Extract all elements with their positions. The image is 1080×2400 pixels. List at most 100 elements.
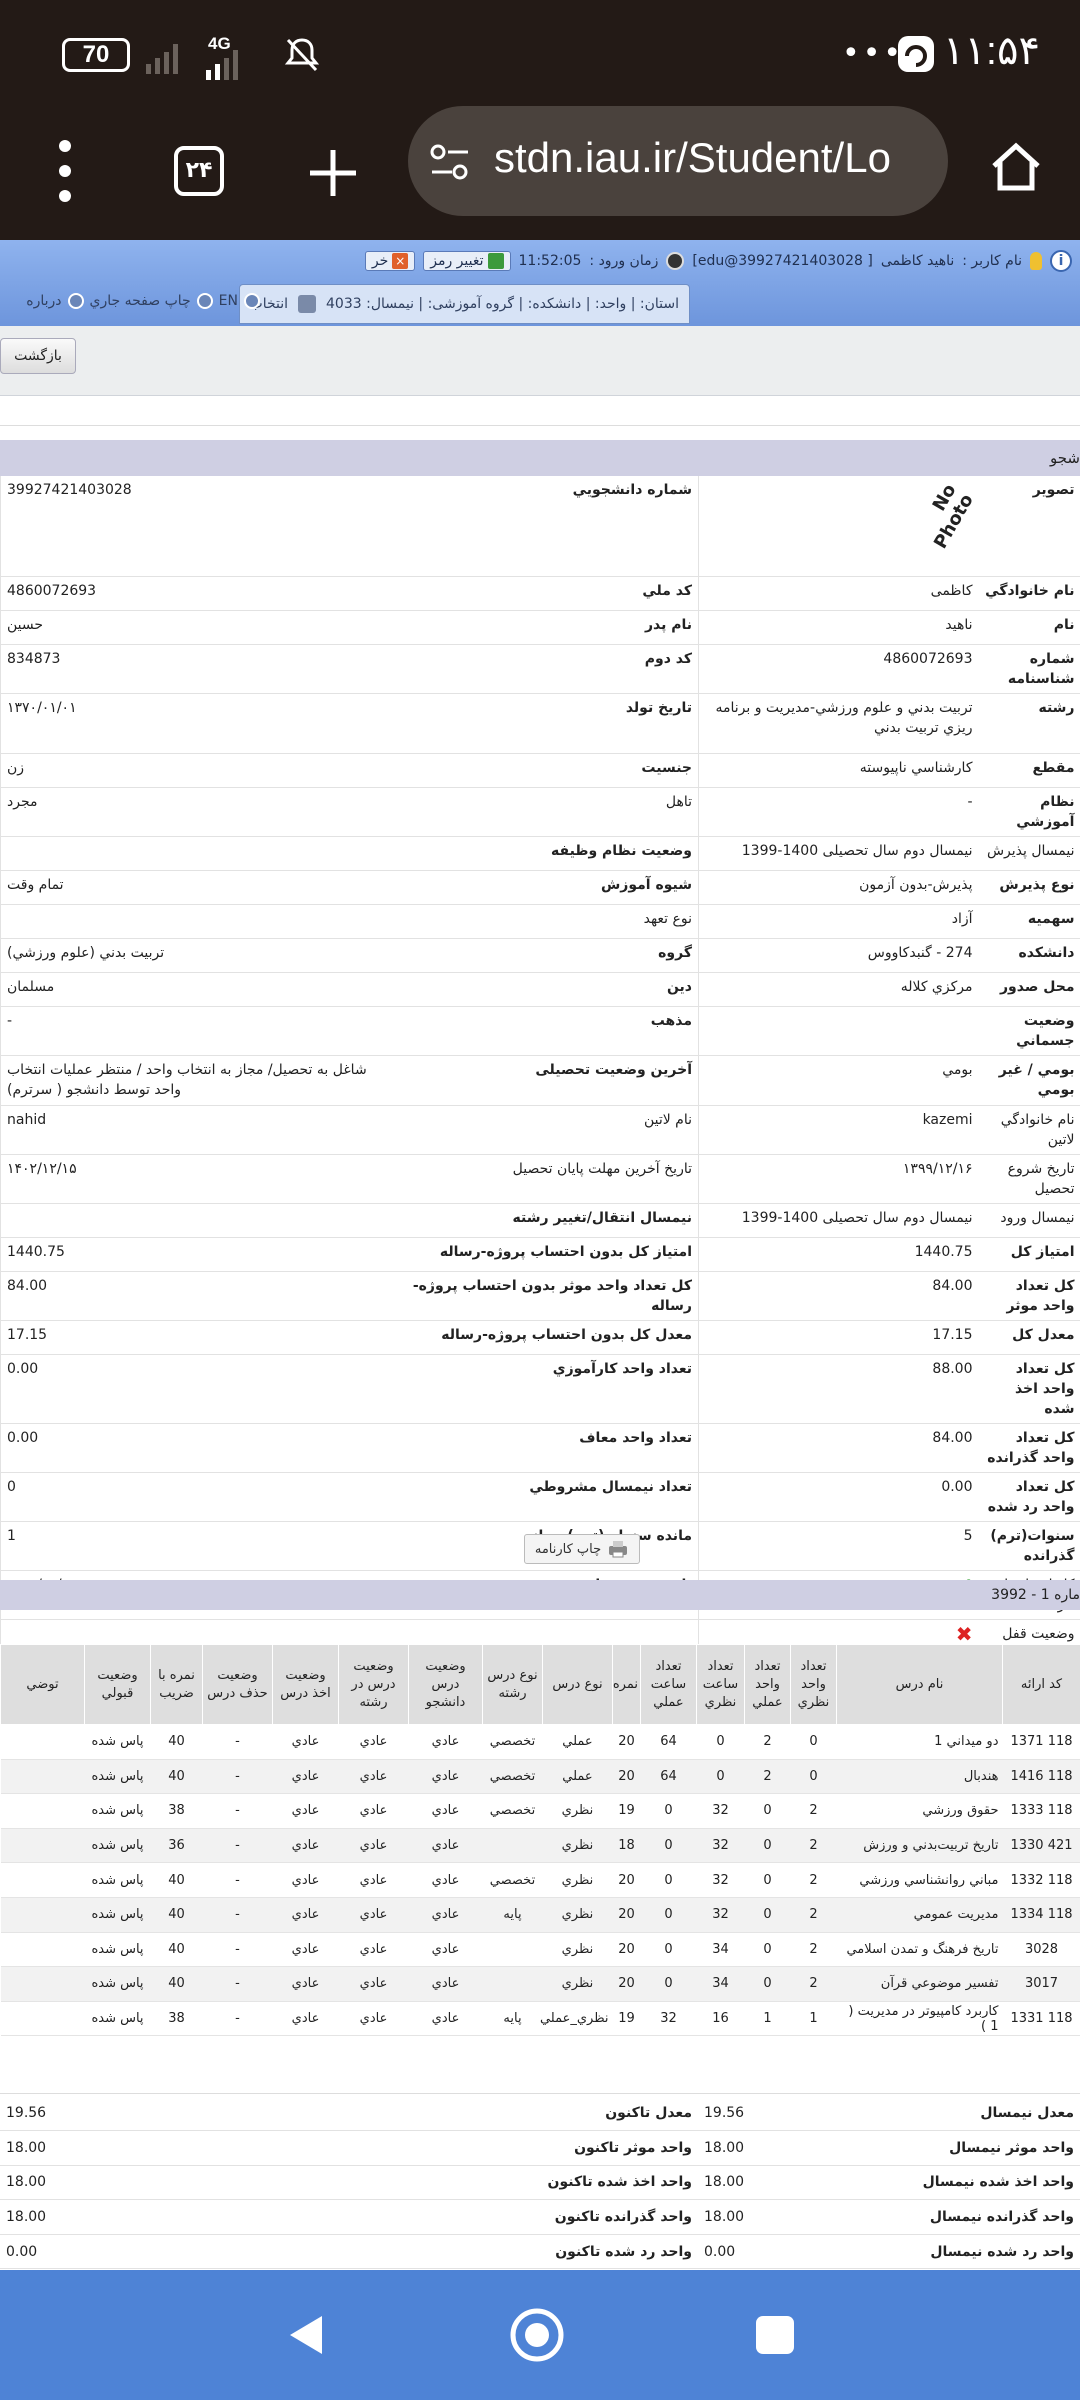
course-cell: 36 [150, 1828, 203, 1864]
course-cell: مباني روانشناسي ورزشي [836, 1862, 1003, 1898]
info-value-2 [0, 1203, 399, 1238]
course-row: 118 1334 مديريت عمومي 2 0 32 0 20 نظري پايه عادي ع… [0, 1897, 1080, 1933]
info-label-2: تاهل [398, 787, 699, 837]
clock-icon [666, 252, 685, 270]
info-value-text: 5 [963, 1527, 973, 1544]
info-value: 0.00 [698, 1472, 979, 1522]
course-cell: تخصصي [482, 1862, 543, 1898]
course-cell: 118 1334 [1002, 1897, 1080, 1933]
course-row: 3017 تفسير موضوعي قرآن 2 0 34 0 20 نظري عادي عادي… [0, 1966, 1080, 2002]
summary-label: واحد موثر نيمسال [890, 2130, 1080, 2166]
url-text[interactable]: stdn.iau.ir/Student/Lo [494, 134, 934, 182]
course-cell: 2 [744, 1759, 791, 1795]
site-settings-icon[interactable] [428, 140, 472, 184]
course-cell: تاريخ تربيت‌بدني و ورزش [836, 1828, 1003, 1864]
change-password-button[interactable]: تغییر رمز [423, 251, 511, 271]
course-cell-note [0, 1862, 85, 1898]
course-cell: - [202, 1897, 273, 1933]
course-cell: عادي [272, 1932, 339, 1968]
course-cell: 40 [150, 1966, 203, 2002]
course-cell: 118 1333 [1002, 1793, 1080, 1829]
back-button[interactable]: بازگشت [0, 338, 76, 374]
info-label-2: وضعيت نظام وظيفه [398, 836, 699, 871]
info-label-2: نام لاتين [398, 1105, 699, 1155]
info-value: - [698, 787, 979, 837]
course-cell: نظري_عملي [540, 2001, 613, 2037]
course-cell: عادي [408, 2001, 483, 2037]
home-nav-icon[interactable] [508, 2306, 566, 2364]
summary-value: 0.00 [698, 2234, 890, 2270]
course-cell: 32 [696, 1828, 745, 1864]
course-cell: 0 [696, 1759, 745, 1795]
home-icon[interactable] [988, 138, 1044, 194]
info-label: دانشکده [978, 938, 1080, 973]
course-row: 118 1332 مباني روانشناسي ورزشي 2 0 32 0 20 نظري… [0, 1862, 1080, 1898]
info-value-2 [0, 904, 399, 939]
summary-row: معدل نيمسال 19.56 معدل تاکنون 19.56 [0, 2096, 1080, 2132]
course-header-cell: وضعيت اخذ درس [272, 1644, 339, 1725]
course-cell: عادي [272, 1897, 339, 1933]
tab-count-button[interactable]: ۲۴ [174, 146, 224, 196]
summary-label-2: معدل تاکنون [398, 2096, 698, 2132]
course-row: 421 1330 تاريخ تربيت‌بدني و ورزش 2 0 32 0 18 نظ… [0, 1828, 1080, 1864]
course-header-cell: تعداد ساعت عملي [640, 1644, 697, 1725]
course-cell: پايه [482, 2001, 543, 2037]
print-page-button[interactable]: چاپ صفحه جاري [90, 293, 191, 309]
course-cell: تخصصي [482, 1759, 543, 1795]
info-label-2: دين [398, 972, 699, 1007]
spacer-row [0, 398, 1080, 426]
language-button[interactable]: EN [219, 293, 238, 309]
info-value-text: ۱۳۹۹/۱۲/۱۶ [902, 1160, 973, 1177]
info-label-2: امتياز کل بدون احتساب پروژه-رساله [398, 1237, 699, 1272]
course-cell: 2 [790, 1862, 837, 1898]
info-value-text: نیمسال دوم سال تحصیلی 1400-1399 [741, 842, 973, 859]
summary-value: 18.00 [698, 2199, 890, 2235]
info-value-2: 0.00 [0, 1354, 399, 1424]
info-value-2: مسلمان [0, 972, 399, 1007]
course-cell: پاس شده [84, 1828, 151, 1864]
course-cell: - [202, 1724, 273, 1760]
course-cell: حقوق ورزشي [836, 1793, 1003, 1829]
course-cell: عادي [272, 1759, 339, 1795]
back-nav-icon[interactable] [282, 2312, 328, 2358]
recents-nav-icon[interactable] [752, 2312, 798, 2358]
course-header-cell: نمره [612, 1644, 641, 1725]
summary-value: 19.56 [698, 2096, 890, 2132]
new-tab-icon[interactable] [308, 148, 358, 198]
info-row: نام خانوادگي كاظمی کد ملي 4860072693 [0, 576, 1080, 611]
course-cell: 0 [744, 1828, 791, 1864]
course-cell [482, 1966, 543, 2002]
info-label-2: آخرین وضعیت تحصیلی [398, 1055, 699, 1106]
course-cell: عادي [338, 1793, 409, 1829]
close-icon: × [392, 253, 409, 269]
info-value-2: 17.15 [0, 1320, 399, 1355]
course-cell-note [0, 1724, 85, 1760]
course-cell: 0 [696, 1724, 745, 1760]
info-row: نام ناهيد نام پدر حسين [0, 610, 1080, 645]
info-value [698, 1006, 979, 1056]
info-value-2: - [0, 1006, 399, 1056]
info-value-text: 84.00 [932, 1429, 973, 1446]
info-value-text: نیمسال دوم سال تحصیلی 1400-1399 [741, 1209, 973, 1226]
cross-icon: ✖ [955, 1621, 973, 1646]
info-icon[interactable]: i [1050, 250, 1072, 272]
print-transcript-button[interactable]: چاپ كارنامه [524, 1534, 640, 1564]
info-label-2: تعداد واحد کارآموزي [398, 1354, 699, 1424]
info-label: نظام آموزشي [978, 787, 1080, 837]
menu-dots-icon[interactable] [50, 136, 80, 206]
course-header-cell: تعداد واحد عملي [744, 1644, 791, 1725]
course-cell: عادي [272, 1724, 339, 1760]
info-value-text: 1440.75 [914, 1243, 973, 1260]
course-cell: 3028 [1002, 1932, 1080, 1968]
course-cell-note [0, 1793, 85, 1829]
exit-button[interactable]: × خر [364, 251, 416, 271]
about-button[interactable]: درباره [26, 293, 61, 309]
course-cell: پاس شده [84, 1862, 151, 1898]
info-row: امتياز کل 1440.75 امتياز کل بدون احتساب پر… [0, 1237, 1080, 1272]
student-info-table: تصویر No Photo شماره دانشجويي 3992742140302… [0, 476, 1080, 1669]
info-value-2: 4860072693 [0, 576, 399, 611]
context-tab[interactable]: استان: | واحد: | دانشکده: | گروه آموزشی:… [238, 284, 690, 324]
info-row: وضعيت جسماني مذهب - [0, 1006, 1080, 1056]
course-cell: عادي [338, 1862, 409, 1898]
info-label-2: کد دوم [398, 644, 699, 694]
